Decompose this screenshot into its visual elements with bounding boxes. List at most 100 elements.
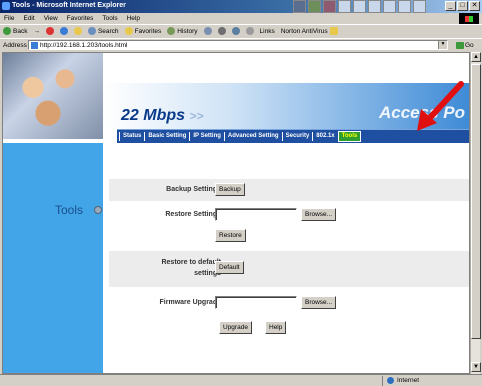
- page-viewport: 22 Mbps >> Access Po Status Basic Settin…: [2, 52, 470, 374]
- search-icon: [87, 27, 96, 35]
- backup-button[interactable]: Backup: [215, 183, 245, 196]
- back-label: Back: [13, 27, 28, 35]
- forward-button[interactable]: →: [33, 28, 40, 35]
- refresh-icon[interactable]: [59, 27, 68, 35]
- print-icon[interactable]: [217, 27, 226, 35]
- restore-button[interactable]: Restore: [215, 229, 246, 242]
- security-zone: Internet: [382, 375, 420, 386]
- nav-status[interactable]: Status: [119, 132, 144, 141]
- address-dropdown-icon[interactable]: ▼: [438, 41, 447, 49]
- speed-arrows: >>: [189, 109, 204, 123]
- maximize-button[interactable]: □: [457, 1, 468, 11]
- search-label: Search: [97, 27, 119, 35]
- scroll-up-icon[interactable]: ▲: [471, 52, 481, 62]
- tray-icon[interactable]: [398, 0, 411, 13]
- nav-802-1x[interactable]: 802.1x: [312, 132, 337, 141]
- tray-icon[interactable]: [323, 0, 336, 13]
- menu-tools[interactable]: Tools: [102, 15, 117, 22]
- red-arrow-pointer: [417, 81, 464, 131]
- search-button[interactable]: Search: [87, 27, 119, 35]
- menu-favorites[interactable]: Favorites: [67, 15, 94, 22]
- internet-globe-icon: [387, 377, 394, 384]
- page-icon: [31, 41, 38, 49]
- home-icon[interactable]: [73, 27, 82, 35]
- firmware-upgrade-label: Firmware Upgrade: [159, 299, 221, 306]
- firmware-browse-button[interactable]: Browse...: [301, 296, 337, 309]
- window-controls: _ □ ✕: [445, 1, 480, 11]
- menu-file[interactable]: File: [4, 15, 14, 22]
- close-button[interactable]: ✕: [469, 1, 480, 11]
- scroll-thumb[interactable]: [471, 64, 481, 339]
- discuss-icon[interactable]: [245, 27, 254, 35]
- tray-icon[interactable]: [413, 0, 426, 13]
- tray-icon[interactable]: [368, 0, 381, 13]
- scroll-down-icon[interactable]: ▼: [471, 362, 481, 372]
- favorites-icon: [124, 27, 133, 35]
- sidebar: [3, 143, 103, 373]
- norton-button[interactable]: Norton AntiVirus: [281, 27, 338, 35]
- help-button[interactable]: Help: [265, 321, 287, 334]
- norton-icon: [329, 27, 338, 35]
- zone-label: Internet: [397, 377, 420, 384]
- tray-icon[interactable]: [353, 0, 366, 13]
- address-input[interactable]: http://192.168.1.203/tools.html ▼: [28, 40, 448, 50]
- tray-icon[interactable]: [308, 0, 321, 13]
- tray-icon[interactable]: [383, 0, 396, 13]
- tray-icon[interactable]: [293, 0, 306, 13]
- vertical-scrollbar[interactable]: ▲ ▼: [470, 52, 481, 374]
- backup-settings-label: Backup Settings: [166, 186, 221, 193]
- speed-text: 22 Mbps: [121, 107, 186, 124]
- browser-toolbar: Back → Search Favorites History Links No…: [0, 24, 482, 37]
- links-button[interactable]: Links: [260, 28, 275, 35]
- go-label: Go: [465, 41, 474, 49]
- forward-arrow-icon: →: [33, 27, 40, 35]
- nav-tools[interactable]: Tools: [337, 131, 362, 142]
- favorites-button[interactable]: Favorites: [124, 27, 162, 35]
- firmware-file-field[interactable]: [215, 296, 297, 309]
- restore-row: Restore Settings Browse... Restore: [109, 203, 469, 247]
- nav-security[interactable]: Security: [281, 132, 313, 141]
- menu-edit[interactable]: Edit: [23, 15, 34, 22]
- restore-file-field[interactable]: [215, 208, 297, 221]
- favorites-label: Favorites: [134, 27, 162, 35]
- history-icon: [167, 27, 176, 35]
- backup-row: Backup Settings Backup: [109, 179, 469, 201]
- status-bar: Internet: [0, 374, 482, 386]
- sidebar-bullet-icon: [94, 206, 102, 214]
- back-button[interactable]: Back: [3, 27, 27, 35]
- tools-panel: Backup Settings Backup Restore Settings …: [103, 143, 469, 373]
- ie-icon: [2, 2, 10, 10]
- restore-default-label-line1: Restore to default: [161, 259, 221, 266]
- nav-basic-setting[interactable]: Basic Setting: [144, 132, 189, 141]
- firmware-row: Firmware Upgrade Browse... Upgrade Help: [109, 291, 469, 339]
- edit-icon[interactable]: [231, 27, 240, 35]
- sidebar-title: Tools: [55, 203, 84, 217]
- go-arrow-icon: [456, 41, 464, 49]
- stop-icon[interactable]: [45, 27, 54, 35]
- menu-view[interactable]: View: [44, 15, 58, 22]
- mail-icon[interactable]: [203, 27, 212, 35]
- back-arrow-icon: [3, 27, 11, 35]
- menu-bar: File Edit View Favorites Tools Help: [0, 13, 482, 24]
- default-row: Restore to default settings Default: [109, 251, 469, 287]
- upgrade-button[interactable]: Upgrade: [219, 321, 252, 334]
- address-label: Address: [3, 41, 27, 49]
- taskbar-tray-icons: [293, 0, 426, 13]
- header-photo: [3, 53, 103, 139]
- go-button[interactable]: Go: [456, 41, 474, 49]
- tray-icon[interactable]: [338, 0, 351, 13]
- minimize-button[interactable]: _: [445, 1, 456, 11]
- default-button[interactable]: Default: [215, 261, 244, 274]
- speed-logo: 22 Mbps >>: [121, 107, 203, 125]
- restore-browse-button[interactable]: Browse...: [301, 208, 337, 221]
- nav-ip-setting[interactable]: IP Setting: [189, 132, 224, 141]
- history-label: History: [177, 27, 198, 35]
- links-label: Links: [259, 27, 275, 35]
- address-url: http://192.168.1.203/tools.html: [40, 41, 128, 49]
- norton-label: Norton AntiVirus: [280, 27, 328, 35]
- menu-help[interactable]: Help: [127, 15, 140, 22]
- nav-advanced-setting[interactable]: Advanced Setting: [223, 132, 282, 141]
- window-title: Tools - Microsoft Internet Explorer: [12, 2, 126, 9]
- history-button[interactable]: History: [167, 27, 198, 35]
- page-header: 22 Mbps >> Access Po: [3, 53, 469, 139]
